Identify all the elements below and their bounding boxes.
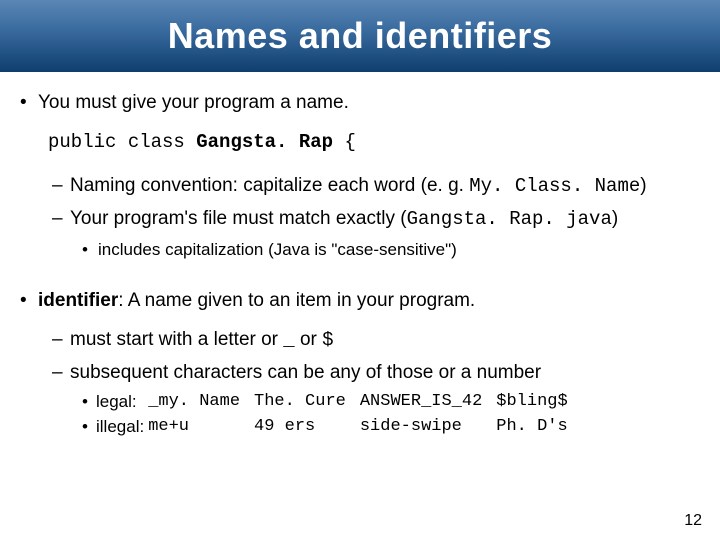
code-prefix: public class [48, 131, 196, 153]
code-suffix: { [333, 131, 356, 153]
illegal-ex-1: 49 ers [254, 416, 360, 441]
sub-file-code: Gangsta. Rap. java [407, 208, 612, 230]
sub-naming-text: Naming convention: capitalize each word … [70, 175, 469, 196]
sub-subsequent-chars: subsequent characters can be any of thos… [52, 360, 700, 386]
bullet-identifier: identifier: A name given to an item in y… [20, 288, 700, 314]
table-row: illegal: me+u 49 ers side-swipe Ph. D's [82, 416, 582, 441]
sub-file-text: Your program's file must match exactly ( [70, 208, 407, 229]
identifier-term: identifier [38, 290, 118, 311]
sub-start-char: must start with a letter or _ or $ [52, 327, 700, 354]
illegal-ex-2: side-swipe [360, 416, 496, 441]
title-bar: Names and identifiers [0, 0, 720, 72]
sub-start-dollar: $ [322, 329, 333, 351]
page-number: 12 [684, 512, 702, 530]
legal-ex-2: ANSWER_IS_42 [360, 391, 496, 416]
sub-start-underscore: _ [283, 329, 294, 351]
examples-block: legal: _my. Name The. Cure ANSWER_IS_42 … [82, 391, 700, 441]
subsub-case-sensitive: includes capitalization (Java is "case-s… [82, 239, 700, 262]
illegal-ex-3: Ph. D's [496, 416, 581, 441]
table-row: legal: _my. Name The. Cure ANSWER_IS_42 … [82, 391, 582, 416]
slide-body: You must give your program a name. publi… [0, 72, 720, 441]
sub-naming-convention: Naming convention: capitalize each word … [52, 173, 700, 200]
illegal-label: illegal: [82, 416, 148, 441]
illegal-ex-0: me+u [148, 416, 254, 441]
slide-title: Names and identifiers [168, 15, 553, 57]
sub-naming-close: ) [640, 175, 646, 196]
examples-table: legal: _my. Name The. Cure ANSWER_IS_42 … [82, 391, 582, 441]
slide: Names and identifiers You must give your… [0, 0, 720, 540]
sub-file-match: Your program's file must match exactly (… [52, 206, 700, 233]
sub-start-mid: or [295, 329, 322, 350]
code-classname: Gangsta. Rap [196, 131, 333, 153]
code-example: public class Gangsta. Rap { [48, 130, 700, 156]
legal-ex-1: The. Cure [254, 391, 360, 416]
spacer [20, 266, 700, 288]
sub-naming-code: My. Class. Name [469, 175, 640, 197]
bullet-name-program: You must give your program a name. [20, 90, 700, 116]
sub-file-close: ) [612, 208, 618, 229]
legal-ex-0: _my. Name [148, 391, 254, 416]
legal-label: legal: [82, 391, 148, 416]
legal-ex-3: $bling$ [496, 391, 581, 416]
sub-start-text: must start with a letter or [70, 329, 283, 350]
identifier-rest: : A name given to an item in your progra… [118, 290, 475, 311]
